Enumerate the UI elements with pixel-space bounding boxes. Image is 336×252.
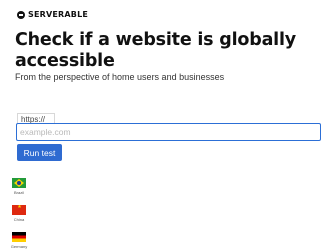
page-title: Check if a website is globally accessibl…	[15, 30, 296, 71]
location-label: Brazil	[13, 190, 24, 195]
location-germany: Germany	[9, 232, 29, 249]
location-china: ★ China	[9, 205, 29, 222]
brand-name: SERVERABLE	[28, 10, 89, 19]
website-url-input[interactable]	[16, 123, 321, 141]
brazil-flag-icon	[12, 178, 26, 188]
run-test-button[interactable]: Run test	[17, 144, 62, 161]
brand[interactable]: SERVERABLE	[17, 10, 88, 19]
location-brazil: Brazil	[9, 178, 29, 195]
china-flag-icon: ★	[12, 205, 26, 215]
germany-flag-icon	[12, 232, 26, 242]
page-subtitle: From the perspective of home users and b…	[15, 72, 225, 82]
serverable-logo-icon	[17, 10, 25, 19]
location-label: Germany	[10, 244, 28, 249]
location-label: China	[13, 217, 25, 222]
